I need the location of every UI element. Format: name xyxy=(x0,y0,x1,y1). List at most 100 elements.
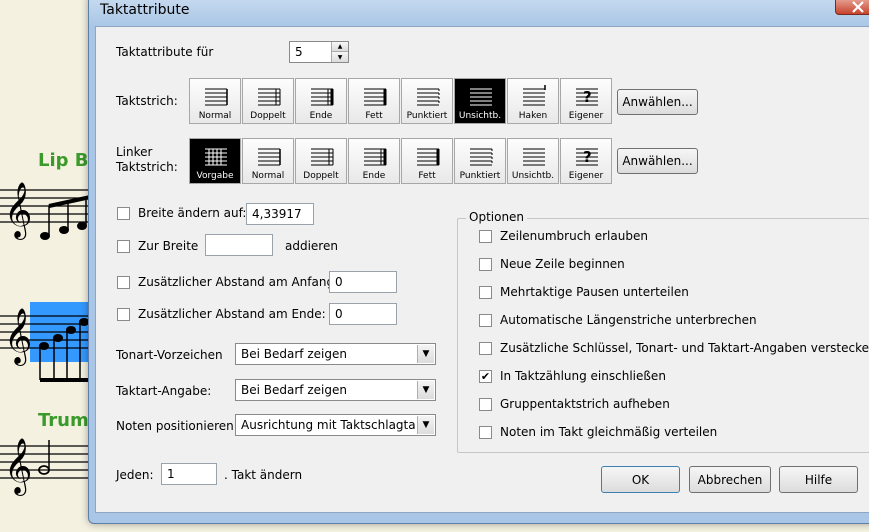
left-barline-option[interactable]: Vorgabe xyxy=(189,138,241,184)
barline-label: Taktstrich: xyxy=(116,94,178,108)
left-barline-option-label: Normal xyxy=(251,171,285,181)
spin-down-icon[interactable]: ▼ xyxy=(331,52,348,62)
barline-option[interactable]: Fett xyxy=(348,78,400,124)
space-start-input[interactable]: 0 xyxy=(329,271,397,293)
ok-button[interactable]: OK xyxy=(601,466,680,493)
svg-text:?: ? xyxy=(583,88,592,106)
barline-option[interactable]: Doppelt xyxy=(242,78,294,124)
barline-option-label: Haken xyxy=(518,111,548,121)
option-checkbox[interactable] xyxy=(479,425,492,439)
option-label: Noten im Takt gleichmäßig verteilen xyxy=(500,425,718,439)
option-label: Gruppentaktstrich aufheben xyxy=(500,397,670,411)
option-checkbox[interactable] xyxy=(479,341,492,355)
option-checkbox[interactable]: ✔ xyxy=(479,369,492,383)
chevron-down-icon[interactable]: ▼ xyxy=(417,416,434,434)
key-signature-select[interactable]: Bei Bedarf zeigen ▼ xyxy=(235,343,436,365)
option-checkbox[interactable] xyxy=(479,397,492,411)
space-start-row[interactable]: Zusätzlicher Abstand am Anfang xyxy=(117,275,334,289)
option-checkbox[interactable] xyxy=(479,313,492,327)
option-row[interactable]: Zusätzliche Schlüssel, Tonart- und Takta… xyxy=(479,341,869,355)
treble-clef-icon-3: 𝄞 xyxy=(4,438,32,496)
barline-option-label: Fett xyxy=(365,111,383,121)
note-position-label: Noten positionieren: xyxy=(116,419,238,433)
close-button[interactable] xyxy=(835,0,869,15)
option-label: Neue Zeile beginnen xyxy=(500,257,625,271)
bar-attributes-dialog: Taktattribute Taktattribute für 5 ▲ ▼ Ta… xyxy=(88,0,869,524)
width-add-label: Zur Breite xyxy=(138,239,199,253)
option-row[interactable]: Zeilenumbruch erlauben xyxy=(479,229,648,243)
every-label: Jeden: xyxy=(116,468,154,482)
left-barline-option[interactable]: Fett xyxy=(401,138,453,184)
option-label: Mehrtaktige Pausen unterteilen xyxy=(500,285,689,299)
note-position-select[interactable]: Ausrichtung mit Taktschlagtabelle ▼ xyxy=(235,414,436,436)
width-add-checkbox[interactable] xyxy=(117,239,130,253)
option-checkbox[interactable] xyxy=(479,229,492,243)
measure-value: 5 xyxy=(295,45,303,59)
option-label: In Taktzählung einschließen xyxy=(500,369,666,383)
key-signature-value: Bei Bedarf zeigen xyxy=(241,347,347,361)
space-start-label: Zusätzlicher Abstand am Anfang xyxy=(138,275,335,289)
key-signature-label: Tonart-Vorzeichen xyxy=(116,348,223,362)
chevron-down-icon[interactable]: ▼ xyxy=(417,381,434,399)
width-add-row[interactable]: Zur Breite xyxy=(117,239,198,253)
option-row[interactable]: Neue Zeile beginnen xyxy=(479,257,625,271)
treble-clef-icon-1: 𝄞 xyxy=(4,182,32,240)
barline-option-label: Unsichtb. xyxy=(458,111,502,121)
option-row[interactable]: Noten im Takt gleichmäßig verteilen xyxy=(479,425,717,439)
barline-select-button[interactable]: Anwählen... xyxy=(617,89,698,115)
option-row[interactable]: Automatische Längenstriche unterbrechen xyxy=(479,313,757,327)
barline-option-label: Ende xyxy=(309,111,333,121)
options-group xyxy=(457,218,869,453)
barline-option-label: Doppelt xyxy=(250,111,286,121)
barline-option[interactable]: Haken xyxy=(507,78,559,124)
option-checkbox[interactable] xyxy=(479,257,492,271)
cancel-button[interactable]: Abbrechen xyxy=(689,466,771,493)
chevron-down-icon[interactable]: ▼ xyxy=(417,345,434,363)
left-barline-option[interactable]: Doppelt xyxy=(295,138,347,184)
barline-option[interactable]: Ende xyxy=(295,78,347,124)
space-start-checkbox[interactable] xyxy=(117,275,130,289)
barline-option[interactable]: Normal xyxy=(189,78,241,124)
space-end-checkbox[interactable] xyxy=(117,307,130,321)
note-position-value: Ausrichtung mit Taktschlagtabelle xyxy=(241,418,415,432)
width-change-checkbox[interactable] xyxy=(117,206,130,220)
barline-option[interactable]: ? Eigener xyxy=(560,78,612,124)
left-barline-option[interactable]: Ende xyxy=(348,138,400,184)
spin-up-icon[interactable]: ▲ xyxy=(331,42,348,52)
left-barline-option-label: Ende xyxy=(362,171,386,181)
barline-option[interactable]: Unsichtb. xyxy=(454,78,506,124)
left-barline-option[interactable]: Punktiert xyxy=(454,138,506,184)
measure-label: Taktattribute für xyxy=(116,45,214,59)
barline-option[interactable]: Punktiert xyxy=(401,78,453,124)
left-barline-option[interactable]: Normal xyxy=(242,138,294,184)
left-barline-option-label: Unsichtb. xyxy=(511,171,555,181)
option-label: Zeilenumbruch erlauben xyxy=(500,229,648,243)
barline-option-label: Eigener xyxy=(568,111,604,121)
left-barline-select-button[interactable]: Anwählen... xyxy=(617,148,698,174)
left-barline-options: Vorgabe Normal Doppelt Ende Fett Punktiert Uns… xyxy=(189,138,613,184)
every-suffix: . Takt ändern xyxy=(224,468,303,482)
space-end-row[interactable]: Zusätzlicher Abstand am Ende: xyxy=(117,307,326,321)
dialog-content: Taktattribute für 5 ▲ ▼ Taktstrich: Norm… xyxy=(95,26,869,513)
width-add-input[interactable] xyxy=(205,234,273,256)
options-group-title: Optionen xyxy=(466,210,528,224)
left-barline-option-label: Vorgabe xyxy=(196,171,234,181)
width-change-input[interactable]: 4,33917 xyxy=(246,203,314,225)
left-barline-option[interactable]: Unsichtb. xyxy=(507,138,559,184)
space-end-label: Zusätzlicher Abstand am Ende: xyxy=(138,307,326,321)
help-button[interactable]: Hilfe xyxy=(779,466,858,493)
title-bar[interactable]: Taktattribute xyxy=(89,0,869,27)
option-row[interactable]: Mehrtaktige Pausen unterteilen xyxy=(479,285,689,299)
barline-options: Normal Doppelt Ende Fett Punktiert Unsichtb. H… xyxy=(189,78,613,124)
measure-spinner[interactable]: 5 ▲ ▼ xyxy=(289,41,349,63)
left-barline-option[interactable]: ? Eigener xyxy=(560,138,612,184)
width-change-row[interactable]: Breite ändern auf: xyxy=(117,206,246,220)
every-input[interactable]: 1 xyxy=(161,463,217,485)
width-add-suffix: addieren xyxy=(285,239,338,253)
option-row[interactable]: Gruppentaktstrich aufheben xyxy=(479,397,670,411)
option-row[interactable]: ✔ In Taktzählung einschließen xyxy=(479,369,666,383)
time-signature-label: Taktart-Angabe: xyxy=(116,384,212,398)
option-checkbox[interactable] xyxy=(479,285,492,299)
space-end-input[interactable]: 0 xyxy=(329,303,397,325)
time-signature-select[interactable]: Bei Bedarf zeigen ▼ xyxy=(235,379,436,401)
